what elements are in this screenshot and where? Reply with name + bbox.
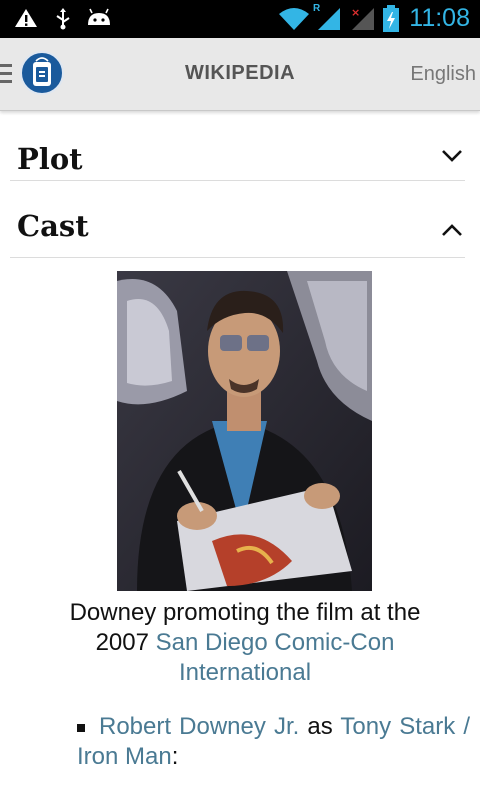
section-cast[interactable]: Cast bbox=[10, 181, 465, 258]
bullet-icon bbox=[77, 724, 85, 732]
section-title: Cast bbox=[17, 209, 89, 243]
connector-text: as bbox=[307, 713, 333, 740]
signal-no-service-icon: × bbox=[351, 6, 374, 30]
app-title: WIKIPEDIA bbox=[184, 62, 296, 84]
app-bar: WIKIPEDIA English bbox=[0, 38, 480, 111]
wifi-icon bbox=[279, 8, 309, 30]
clock: 11:08 bbox=[409, 4, 470, 32]
battery-charging-icon bbox=[383, 5, 399, 32]
section-plot[interactable]: Plot bbox=[10, 127, 465, 181]
section-title: Plot bbox=[17, 142, 83, 176]
photo-caption: Downey promoting the film at the 2007 Sa… bbox=[40, 598, 450, 688]
signal-icon bbox=[318, 8, 340, 30]
usb-icon bbox=[56, 8, 70, 30]
language-selector[interactable]: English bbox=[410, 63, 476, 86]
actor-link[interactable]: Robert Downey Jr. bbox=[99, 713, 299, 740]
chevron-down-icon[interactable] bbox=[441, 149, 463, 163]
suffix-text: : bbox=[171, 743, 179, 770]
caption-link[interactable]: San Diego Comic-Con International bbox=[156, 629, 395, 686]
status-bar: R × 11:08 bbox=[0, 0, 480, 38]
chevron-up-icon[interactable] bbox=[441, 223, 463, 237]
warning-icon bbox=[15, 9, 37, 27]
list-item: Robert Downey Jr. as Tony Stark / Iron M… bbox=[77, 712, 470, 772]
article-content: Plot Cast Downey promoting the film at t… bbox=[0, 111, 480, 800]
cast-photo[interactable] bbox=[117, 271, 372, 591]
android-icon bbox=[88, 8, 110, 25]
svg-text:×: × bbox=[351, 6, 360, 19]
